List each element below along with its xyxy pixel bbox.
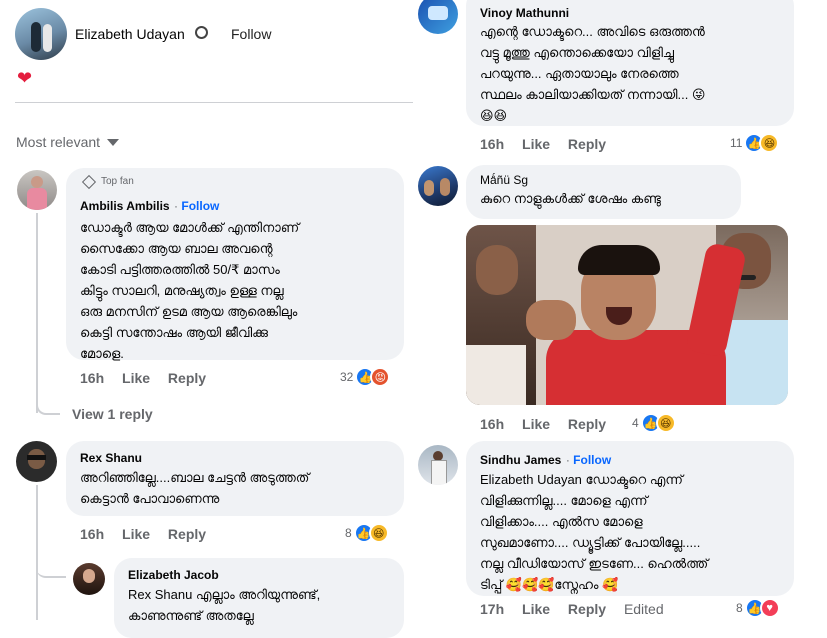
comment-bubble: Top fan Ambilis Ambilis · Follow ഡോക്ടർ …: [66, 168, 404, 361]
like-button[interactable]: Like: [122, 526, 150, 542]
reactions-summary[interactable]: 4 👍 😆: [632, 413, 676, 433]
comment-text: അറിഞ്ഞില്ലേ....ബാല ചേട്ടൻ അടുത്തത് കെട്ട…: [80, 470, 310, 506]
follow-link[interactable]: Follow: [231, 26, 271, 42]
post-author-avatar[interactable]: [15, 8, 67, 60]
reaction-count: 4: [632, 416, 639, 430]
reply-button[interactable]: Reply: [568, 136, 606, 152]
reply-button[interactable]: Reply: [568, 601, 606, 617]
thread-line: [36, 485, 38, 620]
avatar[interactable]: [16, 441, 57, 482]
like-button[interactable]: Like: [522, 416, 550, 432]
reaction-count: 8: [736, 601, 743, 615]
comment-text: ഡോക്ടർ ആയ മോൾക്ക് എന്തിനാണ് സൈക്കോ ആയ ബാ…: [80, 220, 300, 361]
thread-connector: [36, 398, 60, 415]
heart-icon: ❤: [17, 68, 33, 88]
commenter-name[interactable]: Ambilis Ambilis: [80, 199, 170, 213]
reactions-summary[interactable]: 32 👍 😡: [340, 367, 391, 387]
angry-reaction-icon: 😡: [370, 367, 391, 387]
avatar[interactable]: [418, 445, 458, 485]
reply-button[interactable]: Reply: [168, 370, 206, 386]
sort-dropdown[interactable]: Most relevant: [16, 134, 120, 150]
thread-line: [36, 213, 38, 413]
diamond-icon: [81, 174, 97, 189]
commenter-name[interactable]: Mǻñü Sg: [480, 173, 727, 187]
comment-actions: 16h Like Reply: [80, 526, 220, 542]
haha-reaction-icon: 😆: [759, 133, 780, 153]
comment-actions: 16h Like Reply: [480, 136, 620, 152]
timestamp[interactable]: 16h: [80, 526, 104, 542]
comment-actions: 16h Like Reply: [480, 416, 620, 432]
commenter-name[interactable]: Vinoy Mathunni: [480, 6, 780, 20]
reply-button[interactable]: Reply: [568, 416, 606, 432]
like-button[interactable]: Like: [522, 136, 550, 152]
post-author-name[interactable]: Elizabeth Udayan: [75, 26, 185, 42]
reaction-count: 32: [340, 370, 354, 384]
comment-image[interactable]: [466, 225, 788, 405]
comment-bubble: Mǻñü Sg കുറെ നാളുകൾക്ക് ശേഷം കണ്ടു: [466, 165, 741, 219]
timestamp[interactable]: 16h: [80, 370, 104, 386]
comment-actions: 16h Like Reply: [80, 370, 220, 386]
reply-button[interactable]: Reply: [168, 526, 206, 542]
divider: [15, 102, 413, 103]
view-replies-link[interactable]: View 1 reply: [72, 406, 153, 422]
reaction-count: 8: [345, 526, 352, 540]
follow-link[interactable]: Follow: [181, 199, 219, 213]
love-reaction-icon: ♥: [759, 598, 780, 618]
comment-bubble: Rex Shanu അറിഞ്ഞില്ലേ....ബാല ചേട്ടൻ അടുത…: [66, 441, 404, 516]
thread-connector: [36, 560, 66, 578]
avatar[interactable]: [418, 0, 458, 34]
haha-reaction-icon: 😆: [655, 413, 676, 433]
timestamp[interactable]: 16h: [480, 136, 504, 152]
commenter-name[interactable]: Sindhu James: [480, 453, 561, 467]
commenter-name[interactable]: Elizabeth Jacob: [128, 568, 390, 582]
follow-link[interactable]: Follow: [573, 453, 611, 467]
top-fan-badge: Top fan: [80, 174, 390, 189]
edited-label: Edited: [623, 601, 664, 617]
comment-text: Elizabeth Udayan ഡോക്ടറെ എന്ന് വിളിക്കുന…: [480, 472, 709, 592]
avatar[interactable]: [418, 166, 458, 206]
reactions-summary[interactable]: 11 👍 😆: [730, 133, 780, 153]
comment-actions: 17h Like Reply Edited: [480, 601, 678, 617]
like-button[interactable]: Like: [122, 370, 150, 386]
avatar[interactable]: [73, 563, 105, 595]
commenter-name[interactable]: Rex Shanu: [80, 451, 390, 465]
sort-label: Most relevant: [16, 134, 101, 150]
reactions-summary[interactable]: 8 👍 ♥: [736, 598, 780, 618]
comment-bubble: Vinoy Mathunni എന്റെ ഡോക്ടറെ... അവിടെ ഒര…: [466, 0, 794, 126]
chevron-down-icon: [107, 138, 120, 146]
globe-icon: [195, 26, 208, 39]
like-button[interactable]: Like: [522, 601, 550, 617]
comment-bubble: Elizabeth Jacob Rex Shanu എല്ലാം അറിയുന്…: [114, 558, 404, 638]
avatar[interactable]: [17, 170, 57, 210]
timestamp[interactable]: 16h: [480, 416, 504, 432]
haha-reaction-icon: 😆: [368, 523, 389, 543]
comment-text: കുറെ നാളുകൾക്ക് ശേഷം കണ്ടു: [480, 191, 661, 206]
reaction-count: 11: [730, 136, 743, 150]
comment-text: എന്റെ ഡോക്ടറെ... അവിടെ ഒരുത്തൻ വട്ടു മൂത…: [480, 24, 706, 123]
comment-bubble: Sindhu James · Follow Elizabeth Udayan ഡ…: [466, 441, 794, 596]
timestamp[interactable]: 17h: [480, 601, 504, 617]
reactions-summary[interactable]: 8 👍 😆: [345, 523, 389, 543]
